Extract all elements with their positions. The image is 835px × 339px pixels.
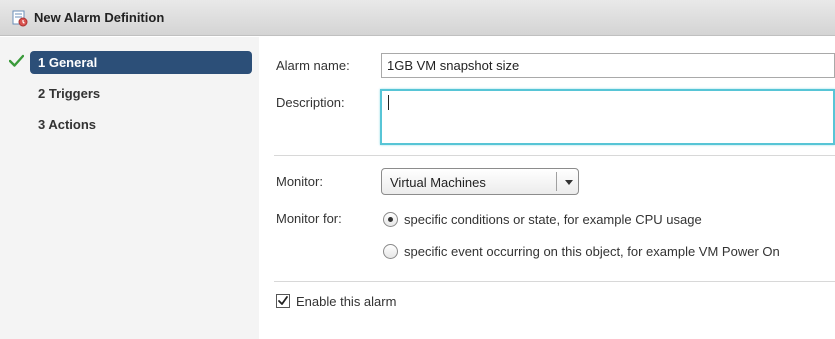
select-separator <box>556 172 557 191</box>
wizard-step-general[interactable]: 1 General <box>30 51 252 74</box>
radio-specific-event[interactable] <box>383 244 398 259</box>
wizard-step-actions[interactable]: 3 Actions <box>30 113 252 136</box>
wizard-step-triggers[interactable]: 2 Triggers <box>30 82 252 105</box>
section-divider <box>274 155 835 156</box>
check-icon <box>278 296 288 305</box>
alarm-name-label: Alarm name: <box>276 58 350 73</box>
radio-specific-conditions-label[interactable]: specific conditions or state, for exampl… <box>404 212 702 227</box>
monitor-select-value: Virtual Machines <box>390 175 486 190</box>
dialog-title-bar: New Alarm Definition <box>0 0 835 36</box>
monitor-label: Monitor: <box>276 174 323 189</box>
enable-alarm-checkbox[interactable] <box>276 294 290 308</box>
monitor-for-label: Monitor for: <box>276 211 342 226</box>
radio-specific-event-label[interactable]: specific event occurring on this object,… <box>404 244 780 259</box>
enable-alarm-label[interactable]: Enable this alarm <box>296 294 396 309</box>
text-caret <box>388 95 389 110</box>
chevron-down-icon[interactable] <box>565 180 573 185</box>
description-label: Description: <box>276 95 345 110</box>
alarm-definition-icon <box>12 10 28 27</box>
monitor-select[interactable]: Virtual Machines <box>381 168 579 195</box>
dialog-title: New Alarm Definition <box>34 10 165 25</box>
radio-specific-conditions[interactable] <box>383 212 398 227</box>
checkmark-icon <box>8 54 25 68</box>
alarm-name-input[interactable]: 1GB VM snapshot size <box>381 53 835 78</box>
description-textarea[interactable] <box>380 89 835 145</box>
section-divider <box>274 281 835 282</box>
radio-selected-dot <box>388 217 393 222</box>
